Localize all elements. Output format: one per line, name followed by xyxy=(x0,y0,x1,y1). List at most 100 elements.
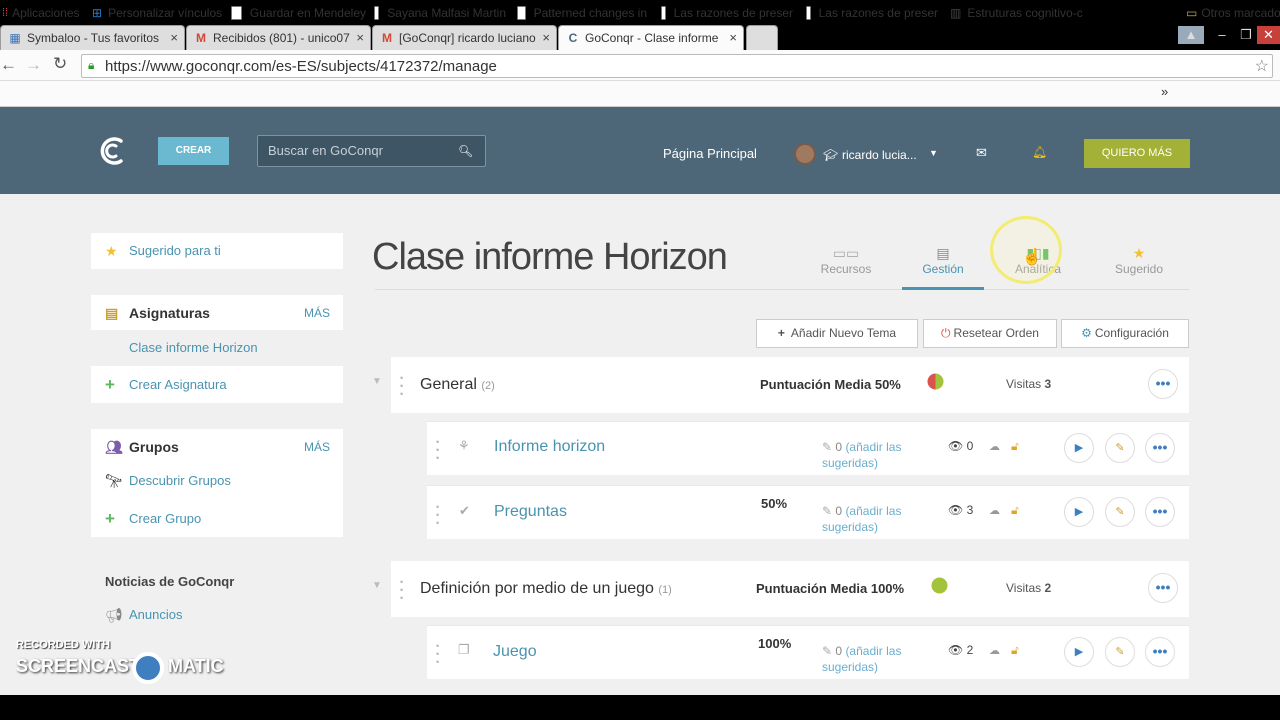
other-bookmarks-folder[interactable]: ▭Otros marcadores xyxy=(1186,4,1280,22)
chevron-down-icon[interactable]: ▼ xyxy=(929,148,938,158)
play-button[interactable]: ▶ xyxy=(1064,497,1094,527)
notification-bell-icon[interactable]: 🔔︎ xyxy=(1032,145,1047,159)
lock-icon[interactable]: 🔓︎ xyxy=(1011,643,1019,658)
lesson-options-button[interactable]: ••• xyxy=(1145,497,1175,527)
tab-management[interactable]: ▤ Gestión xyxy=(902,244,984,276)
eye-icon: 👁︎ xyxy=(948,439,964,453)
play-button[interactable]: ▶ xyxy=(1064,637,1094,667)
new-tab-button[interactable] xyxy=(746,25,778,50)
hand-cursor-icon: ☝ xyxy=(1022,249,1042,266)
apps-grid-icon: ⁞⁞ xyxy=(2,7,9,19)
lesson-score: 100% xyxy=(758,636,792,651)
lesson-title[interactable]: Juego xyxy=(493,643,537,661)
drag-handle-icon[interactable]: · · · xyxy=(397,371,407,403)
drag-handle-icon[interactable]: · · · xyxy=(433,639,443,671)
close-tab-icon[interactable]: × xyxy=(356,30,364,45)
play-button[interactable]: ▶ xyxy=(1064,433,1094,463)
minimize-window-icon[interactable]: – xyxy=(1209,26,1235,44)
goconqr-logo[interactable] xyxy=(96,134,130,168)
create-button[interactable]: CREAR xyxy=(158,137,229,165)
add-suggested-link[interactable]: (añadir las sugeridas) xyxy=(822,504,901,534)
edit-button[interactable]: ✎ xyxy=(1105,497,1135,527)
collapse-icon[interactable]: ▼ xyxy=(372,376,382,387)
bookmark-star-icon[interactable]: ☆ xyxy=(1255,56,1269,76)
page-icon xyxy=(374,6,380,20)
lesson-title[interactable]: Preguntas xyxy=(494,503,567,521)
bookmark-item[interactable]: Las razones de preser xyxy=(806,4,938,22)
topic-options-button[interactable]: ••• xyxy=(1148,369,1178,399)
sidebar-item-current-subject[interactable]: Clase informe Horizon xyxy=(91,330,343,366)
bookmark-item[interactable]: Guardar en Mendeley xyxy=(231,4,366,22)
lock-icon[interactable]: 🔓︎ xyxy=(1011,439,1019,454)
configuration-button[interactable]: ⚙ Configuración xyxy=(1061,319,1189,348)
symbaloo-icon: ▦ xyxy=(9,31,21,45)
lock-icon[interactable]: 🔓︎ xyxy=(1011,503,1019,518)
browser-tab-symbaloo[interactable]: ▦ Symbaloo - Tus favoritos × xyxy=(0,25,185,50)
add-topic-button[interactable]: + Añadir Nuevo Tema xyxy=(756,319,918,348)
home-link[interactable]: Página Principal xyxy=(663,146,757,161)
more-bookmarks-chevron[interactable]: » xyxy=(1161,84,1168,99)
collapse-icon[interactable]: ▼ xyxy=(372,580,382,591)
browser-tab-gmail-goconqr[interactable]: M [GoConqr] ricardo luciano × xyxy=(372,25,557,50)
reset-order-button[interactable]: ⏻ Resetear Orden xyxy=(923,319,1057,348)
user-menu[interactable]: ricardo lucia... xyxy=(842,148,917,162)
sidebar-item-create-group[interactable]: + Crear Grupo xyxy=(91,501,343,537)
avatar[interactable] xyxy=(794,143,816,165)
bookmark-apps[interactable]: ⁞⁞ Aplicaciones xyxy=(2,4,87,22)
plus-icon: + xyxy=(105,375,115,394)
bookmark-item[interactable]: ▥ Estruturas cognitivo-c xyxy=(950,4,1084,22)
topic-name[interactable]: Definición por medio de un juego (1) xyxy=(420,580,672,598)
quiero-mas-button[interactable]: QUIERO MÁS xyxy=(1084,139,1190,168)
page-icon xyxy=(806,6,811,20)
drag-handle-icon[interactable]: · · · xyxy=(433,500,443,532)
topic-visits: Visitas 2 xyxy=(1006,581,1052,595)
edit-button[interactable]: ✎ xyxy=(1105,433,1135,463)
tab-suggested[interactable]: ★ Sugerido xyxy=(1098,244,1180,276)
back-icon[interactable]: ← xyxy=(0,55,17,75)
cloud-icon[interactable]: ☁ xyxy=(989,440,1000,453)
bookmark-item[interactable]: ⊞ Personalizar vínculos xyxy=(92,4,224,22)
close-tab-icon[interactable]: × xyxy=(170,30,178,45)
topic-options-button[interactable]: ••• xyxy=(1148,573,1178,603)
drag-handle-icon[interactable]: · · · xyxy=(433,435,443,467)
sidebar-item-discover-groups[interactable]: 🔭︎ Descubrir Grupos xyxy=(91,463,343,499)
bookmark-item[interactable]: Las razones de preser xyxy=(661,4,793,22)
sidebar-news-title: Noticias de GoConqr xyxy=(105,574,235,589)
cloud-icon[interactable]: ☁ xyxy=(989,504,1000,517)
sidebar-item-create-subject[interactable]: + Crear Asignatura xyxy=(91,367,343,403)
bookmark-item[interactable]: Sayana Malfasi Martin xyxy=(374,4,506,22)
sidebar-item-suggested[interactable]: ★ Sugerido para ti xyxy=(91,233,343,269)
mail-icon[interactable]: ✉ xyxy=(976,145,987,161)
cloud-icon[interactable]: ☁ xyxy=(989,644,1000,657)
add-suggested-link[interactable]: (añadir las sugeridas) xyxy=(822,644,901,674)
maximize-window-icon[interactable]: ❐ xyxy=(1233,26,1259,44)
subjects-more-link[interactable]: MÁS xyxy=(304,306,330,320)
topic-name[interactable]: General (2) xyxy=(420,376,495,394)
user-profile-icon[interactable]: ▲ xyxy=(1178,26,1204,44)
close-tab-icon[interactable]: × xyxy=(729,30,737,45)
browser-tab-gmail-inbox[interactable]: M Recibidos (801) - unico07 × xyxy=(186,25,371,50)
close-window-icon[interactable]: ✕ xyxy=(1257,26,1280,44)
goconqr-icon: C xyxy=(568,31,578,45)
edit-button[interactable]: ✎ xyxy=(1105,637,1135,667)
screen: ▦ Symbaloo - Tus favoritos × M Recibidos… xyxy=(0,0,1280,720)
tab-resources[interactable]: ▭▭ Recursos xyxy=(805,244,887,276)
lesson-options-button[interactable]: ••• xyxy=(1145,637,1175,667)
drag-handle-icon[interactable]: · · · xyxy=(397,575,407,607)
browser-tab-goconqr[interactable]: C GoConqr - Clase informe × xyxy=(558,25,744,50)
lesson-options-button[interactable]: ••• xyxy=(1145,433,1175,463)
forward-icon[interactable]: → xyxy=(25,55,42,75)
sidebar-item-announcements[interactable]: 📢︎ Anuncios xyxy=(91,597,343,633)
lesson-title[interactable]: Informe horizon xyxy=(494,438,605,456)
close-tab-icon[interactable]: × xyxy=(542,30,550,45)
search-input[interactable]: Buscar en GoConqr 🔍︎ xyxy=(257,135,486,167)
add-suggested-link[interactable]: (añadir las sugeridas) xyxy=(822,440,901,470)
reload-icon[interactable]: ↻ xyxy=(53,54,67,74)
address-bar[interactable]: 🔒︎ https://www.goconqr.com/es-ES/subject… xyxy=(81,54,1273,78)
page-icon xyxy=(231,6,242,20)
bookmark-item[interactable]: Patterned changes in xyxy=(517,4,647,22)
tag-icon: ✎ xyxy=(822,644,833,658)
search-icon[interactable]: 🔍︎ xyxy=(458,136,473,166)
groups-more-link[interactable]: MÁS xyxy=(304,440,330,454)
watermark-screencast: SCREENCAST xyxy=(16,656,141,676)
